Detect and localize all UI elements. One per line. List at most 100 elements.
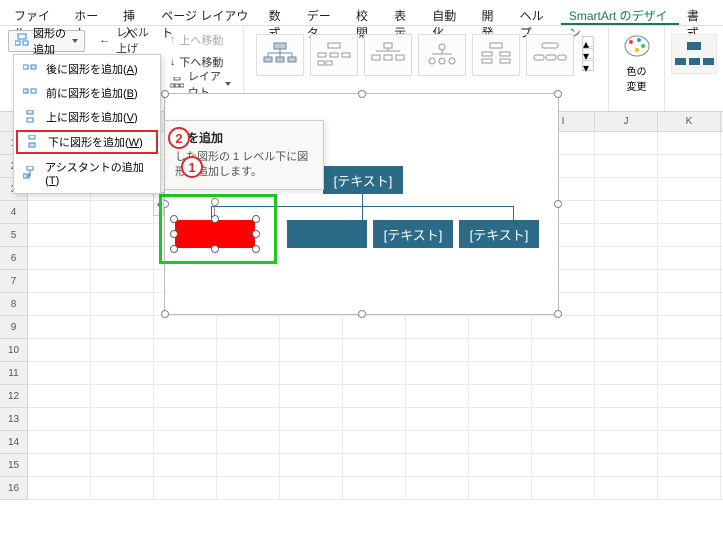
cell[interactable] — [658, 293, 721, 316]
cell[interactable] — [280, 431, 343, 454]
cell[interactable] — [343, 477, 406, 500]
cell[interactable] — [28, 454, 91, 477]
cell[interactable] — [343, 431, 406, 454]
menu-pagelayout[interactable]: ページ レイアウト — [153, 4, 260, 25]
cell[interactable] — [595, 316, 658, 339]
cell[interactable] — [343, 385, 406, 408]
layout-thumb-5[interactable] — [472, 34, 520, 76]
row-header[interactable]: 13 — [0, 408, 28, 431]
cell[interactable] — [154, 477, 217, 500]
cell[interactable] — [595, 293, 658, 316]
menu-automate[interactable]: 自動化 — [424, 4, 473, 25]
change-colors-button[interactable]: 色の変更 — [617, 30, 656, 97]
menu-data[interactable]: データ — [299, 4, 348, 25]
cell[interactable] — [154, 408, 217, 431]
row-header[interactable]: 8 — [0, 293, 28, 316]
cell[interactable] — [343, 362, 406, 385]
cell[interactable] — [406, 316, 469, 339]
cell[interactable] — [154, 362, 217, 385]
cell[interactable] — [154, 339, 217, 362]
cell[interactable] — [154, 431, 217, 454]
smartart-node-child4[interactable]: [テキスト] — [459, 220, 539, 248]
cell[interactable] — [658, 247, 721, 270]
cell[interactable] — [658, 316, 721, 339]
cell[interactable] — [595, 431, 658, 454]
cell[interactable] — [658, 178, 721, 201]
cell[interactable] — [280, 454, 343, 477]
cell[interactable] — [280, 362, 343, 385]
row-header[interactable]: 10 — [0, 339, 28, 362]
cell[interactable] — [532, 477, 595, 500]
menu-view[interactable]: 表示 — [386, 4, 424, 25]
cell[interactable] — [595, 408, 658, 431]
cell[interactable] — [280, 385, 343, 408]
col-header[interactable]: J — [595, 112, 658, 132]
resize-handle[interactable] — [161, 310, 169, 318]
cell[interactable] — [91, 431, 154, 454]
resize-handle[interactable] — [554, 200, 562, 208]
cell[interactable] — [658, 224, 721, 247]
cell[interactable] — [28, 247, 91, 270]
cell[interactable] — [595, 155, 658, 178]
gallery-scroll-up[interactable]: ▴ — [582, 36, 594, 47]
cell[interactable] — [217, 408, 280, 431]
dropdown-add-above[interactable]: 上に図形を追加(V) — [14, 105, 160, 129]
gallery-expand[interactable]: ▾ — [582, 60, 594, 71]
cell[interactable] — [595, 270, 658, 293]
cell[interactable] — [28, 270, 91, 293]
cell[interactable] — [469, 339, 532, 362]
row-header[interactable]: 9 — [0, 316, 28, 339]
cell[interactable] — [91, 224, 154, 247]
promote-button[interactable]: ← レベル上げ — [95, 30, 156, 50]
cell[interactable] — [595, 224, 658, 247]
cell[interactable] — [595, 362, 658, 385]
cell[interactable] — [91, 247, 154, 270]
cell[interactable] — [280, 339, 343, 362]
cell[interactable] — [28, 408, 91, 431]
row-header[interactable]: 14 — [0, 431, 28, 454]
cell[interactable] — [154, 316, 217, 339]
menu-help[interactable]: ヘルプ — [512, 4, 561, 25]
cell[interactable] — [28, 201, 91, 224]
resize-handle[interactable] — [554, 310, 562, 318]
row-header[interactable]: 15 — [0, 454, 28, 477]
cell[interactable] — [469, 454, 532, 477]
cell[interactable] — [91, 339, 154, 362]
cell[interactable] — [28, 362, 91, 385]
cell[interactable] — [595, 339, 658, 362]
cell[interactable] — [280, 408, 343, 431]
cell[interactable] — [91, 293, 154, 316]
cell[interactable] — [469, 362, 532, 385]
cell[interactable] — [532, 454, 595, 477]
row-header[interactable]: 11 — [0, 362, 28, 385]
row-header[interactable]: 7 — [0, 270, 28, 293]
cell[interactable] — [532, 362, 595, 385]
cell[interactable] — [658, 454, 721, 477]
cell[interactable] — [406, 362, 469, 385]
row-header[interactable]: 5 — [0, 224, 28, 247]
cell[interactable] — [91, 316, 154, 339]
cell[interactable] — [658, 155, 721, 178]
cell[interactable] — [595, 385, 658, 408]
cell[interactable] — [217, 339, 280, 362]
cell[interactable] — [658, 477, 721, 500]
cell[interactable] — [469, 431, 532, 454]
cell[interactable] — [217, 316, 280, 339]
resize-handle[interactable] — [358, 310, 366, 318]
layout-thumb-4[interactable] — [418, 34, 466, 76]
cell[interactable] — [91, 362, 154, 385]
cell[interactable] — [154, 385, 217, 408]
cell[interactable] — [532, 339, 595, 362]
cell[interactable] — [406, 454, 469, 477]
cell[interactable] — [406, 431, 469, 454]
resize-handle[interactable] — [358, 90, 366, 98]
menu-smartart-design[interactable]: SmartArt のデザイン — [561, 4, 679, 25]
cell[interactable] — [658, 132, 721, 155]
cell[interactable] — [406, 477, 469, 500]
cell[interactable] — [28, 385, 91, 408]
layout-thumb-3[interactable] — [364, 34, 412, 76]
layout-thumb-2[interactable] — [310, 34, 358, 76]
smartart-style-thumb[interactable] — [673, 30, 715, 78]
menu-file[interactable]: ファイル — [6, 4, 66, 25]
cell[interactable] — [469, 408, 532, 431]
